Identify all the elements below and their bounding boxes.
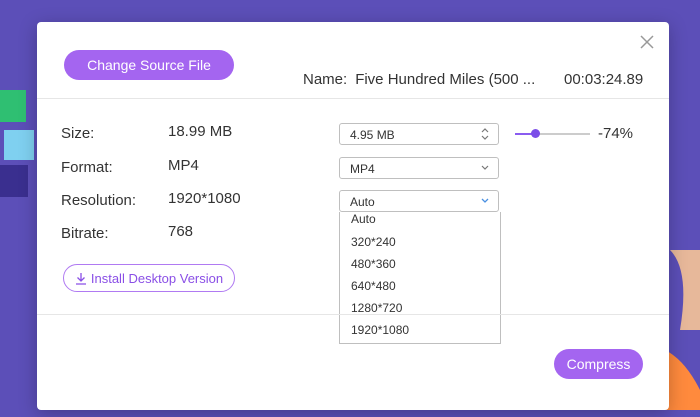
format-value: MP4	[168, 157, 199, 174]
bitrate-label: Bitrate:	[61, 225, 109, 242]
up-down-chevron-icon[interactable]	[480, 127, 490, 141]
background-illustration-left	[0, 90, 34, 197]
compression-slider[interactable]	[515, 129, 590, 138]
slider-handle[interactable]	[530, 129, 540, 138]
resolution-dropdown-menu: Auto 320*240 480*360 640*480 1280*720 19…	[339, 212, 501, 344]
resolution-value: 1920*1080	[168, 190, 241, 207]
name-label: Name:	[303, 71, 348, 88]
compress-button[interactable]: Compress	[554, 349, 643, 379]
install-label: Install Desktop Version	[90, 270, 224, 286]
size-value: 18.99 MB	[168, 123, 233, 140]
resolution-option-auto[interactable]: Auto	[351, 212, 376, 226]
target-size-stepper[interactable]: 4.95 MB	[339, 123, 499, 145]
size-label: Size:	[61, 125, 95, 142]
format-select[interactable]: MP4	[339, 157, 499, 179]
divider	[37, 314, 669, 315]
resolution-option-640x480[interactable]: 640*480	[351, 279, 396, 293]
download-icon	[75, 272, 86, 285]
close-icon[interactable]	[639, 34, 655, 50]
compression-percent: -74%	[598, 125, 634, 142]
resolution-option-320x240[interactable]: 320*240	[351, 235, 396, 249]
chevron-down-icon	[481, 165, 489, 170]
resolution-option-1280x720[interactable]: 1280*720	[351, 301, 402, 315]
target-size-value: 4.95 MB	[350, 128, 395, 142]
change-source-file-button[interactable]: Change Source File	[64, 50, 234, 80]
format-label: Format:	[61, 159, 113, 176]
resolution-option-480x360[interactable]: 480*360	[351, 257, 396, 271]
resolution-label: Resolution:	[61, 192, 137, 209]
install-desktop-version-button[interactable]: Install Desktop Version	[63, 264, 235, 292]
duration: 00:03:24.89	[564, 71, 644, 88]
resolution-option-1920x1080[interactable]: 1920*1080	[351, 323, 409, 337]
chevron-down-icon	[481, 198, 489, 203]
format-select-value: MP4	[350, 162, 375, 176]
file-name: Five Hundred Miles (500 ...	[355, 71, 536, 88]
compress-dialog: Change Source File Name: Five Hundred Mil…	[37, 22, 669, 410]
divider	[37, 98, 669, 99]
resolution-select-value: Auto	[350, 195, 375, 209]
resolution-select[interactable]: Auto	[339, 190, 499, 212]
bitrate-value: 768	[168, 223, 194, 240]
file-name-line: Name: Five Hundred Miles (500 ...	[303, 71, 535, 88]
